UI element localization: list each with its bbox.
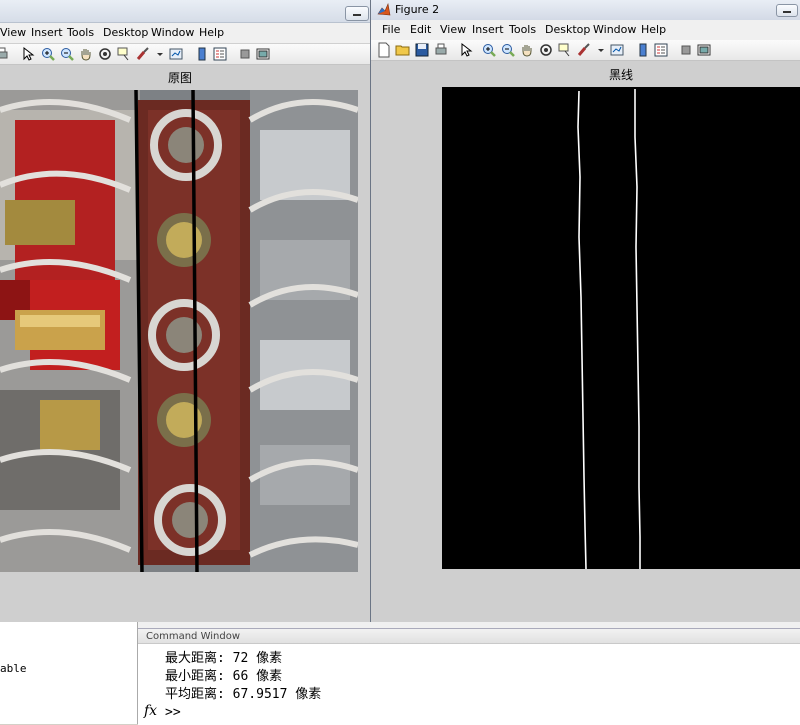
- minimize-button[interactable]: [776, 4, 798, 17]
- rotate-3d-icon[interactable]: [538, 42, 554, 58]
- menu-window[interactable]: Window: [151, 26, 194, 39]
- figure-2-window: Figure 2 File Edit View Insert Tools Des…: [370, 0, 800, 622]
- command-window[interactable]: Command Window 最大距离: 72 像素 最小距离: 66 像素 平…: [138, 628, 800, 725]
- figure-1-toolbar: [0, 44, 370, 65]
- figure-1-menubar: View Insert Tools Desktop Window Help: [0, 23, 370, 44]
- pan-hand-icon[interactable]: [519, 42, 535, 58]
- hide-plot-tools-icon[interactable]: [678, 42, 694, 58]
- legend-icon[interactable]: [653, 42, 669, 58]
- brush-icon[interactable]: [135, 46, 151, 62]
- workspace-panel: able: [0, 622, 138, 724]
- link-plot-icon[interactable]: [168, 46, 184, 62]
- zoom-in-icon[interactable]: [481, 42, 497, 58]
- legend-icon[interactable]: [212, 46, 228, 62]
- black-lines-image: [442, 87, 800, 570]
- zoom-out-icon[interactable]: [500, 42, 516, 58]
- hide-plot-tools-icon[interactable]: [237, 46, 253, 62]
- print-icon[interactable]: [433, 42, 449, 58]
- pointer-icon[interactable]: [20, 46, 36, 62]
- data-cursor-icon[interactable]: [557, 42, 573, 58]
- command-window-title: Command Window: [138, 629, 800, 644]
- figure-1-titlebar: [0, 0, 370, 23]
- save-icon[interactable]: [414, 42, 430, 58]
- menu-window[interactable]: Window: [593, 23, 636, 36]
- colorbar-icon[interactable]: [194, 46, 210, 62]
- colorbar-icon[interactable]: [635, 42, 651, 58]
- menu-insert[interactable]: Insert: [472, 23, 504, 36]
- figure-2-titlebar: Figure 2: [371, 0, 800, 21]
- window-title: Figure 2: [395, 3, 440, 16]
- chevron-down-icon[interactable]: [152, 46, 163, 62]
- menu-insert[interactable]: Insert: [31, 26, 63, 39]
- figure-2-toolbar: [371, 40, 800, 61]
- link-plot-icon[interactable]: [609, 42, 625, 58]
- axes-title-black-lines: 黑线: [608, 68, 633, 82]
- menu-tools[interactable]: Tools: [67, 26, 94, 39]
- figure-2-menubar: File Edit View Insert Tools Desktop Wind…: [371, 20, 800, 41]
- matlab-desktop-bottom: able Command Window 最大距离: 72 像素 最小距离: 66…: [0, 622, 800, 725]
- pan-hand-icon[interactable]: [78, 46, 94, 62]
- workspace-partial-text: able: [0, 662, 27, 675]
- original-photo: [0, 90, 358, 572]
- pointer-icon[interactable]: [458, 42, 474, 58]
- menu-help[interactable]: Help: [641, 23, 666, 36]
- axes-title-original: 原图: [167, 71, 192, 85]
- open-folder-icon[interactable]: [395, 42, 411, 58]
- show-plot-tools-icon[interactable]: [255, 46, 271, 62]
- output-line-max-distance: 最大距离: 72 像素: [165, 651, 283, 666]
- minimize-button[interactable]: [345, 6, 369, 21]
- rotate-3d-icon[interactable]: [97, 46, 113, 62]
- figure-1-window: View Insert Tools Desktop Window Help 原图: [0, 0, 371, 622]
- new-file-icon[interactable]: [376, 42, 392, 58]
- matlab-logo-icon: [377, 2, 391, 17]
- fx-icon[interactable]: fx: [144, 703, 157, 719]
- minimize-icon: [353, 14, 361, 16]
- zoom-out-icon[interactable]: [59, 46, 75, 62]
- minimize-icon: [783, 11, 791, 13]
- print-icon[interactable]: [0, 46, 10, 62]
- menu-view[interactable]: View: [440, 23, 466, 36]
- output-line-avg-distance: 平均距离: 67.9517 像素: [165, 687, 322, 702]
- brush-icon[interactable]: [576, 42, 592, 58]
- menu-edit[interactable]: Edit: [410, 23, 431, 36]
- chevron-down-icon[interactable]: [593, 42, 604, 58]
- command-prompt[interactable]: >>: [165, 705, 181, 720]
- detected-line-right: [634, 89, 641, 569]
- show-plot-tools-icon[interactable]: [696, 42, 712, 58]
- data-cursor-icon[interactable]: [116, 46, 132, 62]
- output-line-min-distance: 最小距离: 66 像素: [165, 669, 283, 684]
- menu-tools[interactable]: Tools: [509, 23, 536, 36]
- detected-line-left: [577, 90, 587, 570]
- menu-help[interactable]: Help: [199, 26, 224, 39]
- menu-desktop[interactable]: Desktop: [545, 23, 590, 36]
- menu-file[interactable]: File: [382, 23, 400, 36]
- zoom-in-icon[interactable]: [40, 46, 56, 62]
- menu-view[interactable]: View: [0, 26, 26, 39]
- menu-desktop[interactable]: Desktop: [103, 26, 148, 39]
